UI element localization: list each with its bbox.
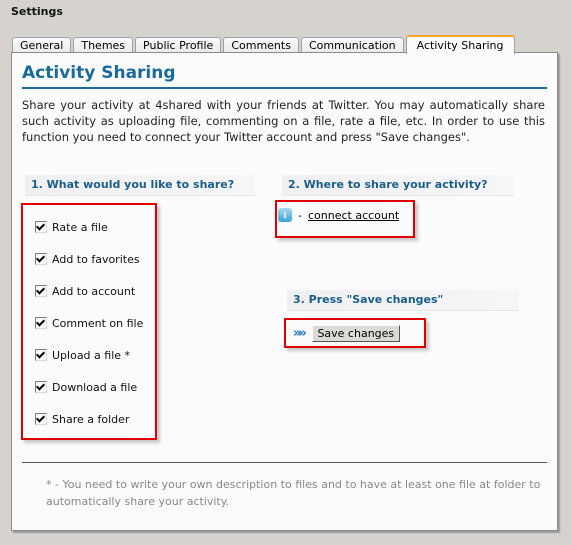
double-chevron-right-icon: »»: [293, 326, 307, 341]
tab-public-profile[interactable]: Public Profile: [135, 37, 222, 53]
checkbox-checked[interactable]: [35, 285, 47, 297]
checkbox-checked[interactable]: [35, 221, 47, 233]
twitter-connect-row: t - connect account: [278, 208, 399, 222]
option-rate-a-file[interactable]: Rate a file: [35, 211, 143, 243]
tab-bar: General Themes Public Profile Comments C…: [12, 35, 517, 54]
checkbox-checked[interactable]: [35, 381, 47, 393]
intro-text: Share your activity at 4shared with your…: [22, 98, 545, 144]
page-title: Settings: [11, 5, 63, 18]
option-add-to-favorites[interactable]: Add to favorites: [35, 243, 143, 275]
panel-heading: Activity Sharing: [22, 63, 547, 89]
share-options-list: Rate a file Add to favorites Add to acco…: [35, 211, 143, 435]
save-row: »» Save changes: [293, 325, 400, 342]
tab-communication[interactable]: Communication: [300, 37, 404, 53]
save-changes-button[interactable]: Save changes: [311, 325, 400, 342]
checkbox-checked[interactable]: [35, 253, 47, 265]
tab-comments[interactable]: Comments: [223, 37, 299, 53]
connect-account-link[interactable]: connect account: [308, 209, 399, 222]
section-save-heading: 3. Press "Save changes": [287, 290, 519, 311]
section-where-to-share-heading: 2. Where to share your activity?: [282, 175, 514, 196]
option-label: Download a file: [52, 380, 138, 394]
option-comment-on-file[interactable]: Comment on file: [35, 307, 143, 339]
option-upload-a-file[interactable]: Upload a file *: [35, 339, 143, 371]
option-label: Share a folder: [52, 412, 130, 426]
settings-panel: Activity Sharing Share your activity at …: [11, 52, 558, 531]
separator: -: [298, 208, 302, 222]
option-download-a-file[interactable]: Download a file: [35, 371, 143, 403]
option-label: Rate a file: [52, 220, 108, 234]
option-share-a-folder[interactable]: Share a folder: [35, 403, 143, 435]
option-label: Add to account: [52, 284, 136, 298]
footnote: * - You need to write your own descripti…: [46, 478, 541, 508]
tab-activity-sharing[interactable]: Activity Sharing: [405, 35, 515, 54]
option-add-to-account[interactable]: Add to account: [35, 275, 143, 307]
checkbox-checked[interactable]: [35, 317, 47, 329]
checkbox-checked[interactable]: [35, 349, 47, 361]
divider: [22, 462, 547, 463]
checkbox-checked[interactable]: [35, 413, 47, 425]
twitter-icon: t: [278, 208, 292, 222]
tab-themes[interactable]: Themes: [73, 37, 134, 53]
tab-general[interactable]: General: [12, 37, 72, 53]
option-label: Comment on file: [52, 316, 144, 330]
section-what-to-share-heading: 1. What would you like to share?: [25, 175, 255, 196]
option-label: Upload a file *: [52, 348, 131, 362]
option-label: Add to favorites: [52, 252, 140, 266]
